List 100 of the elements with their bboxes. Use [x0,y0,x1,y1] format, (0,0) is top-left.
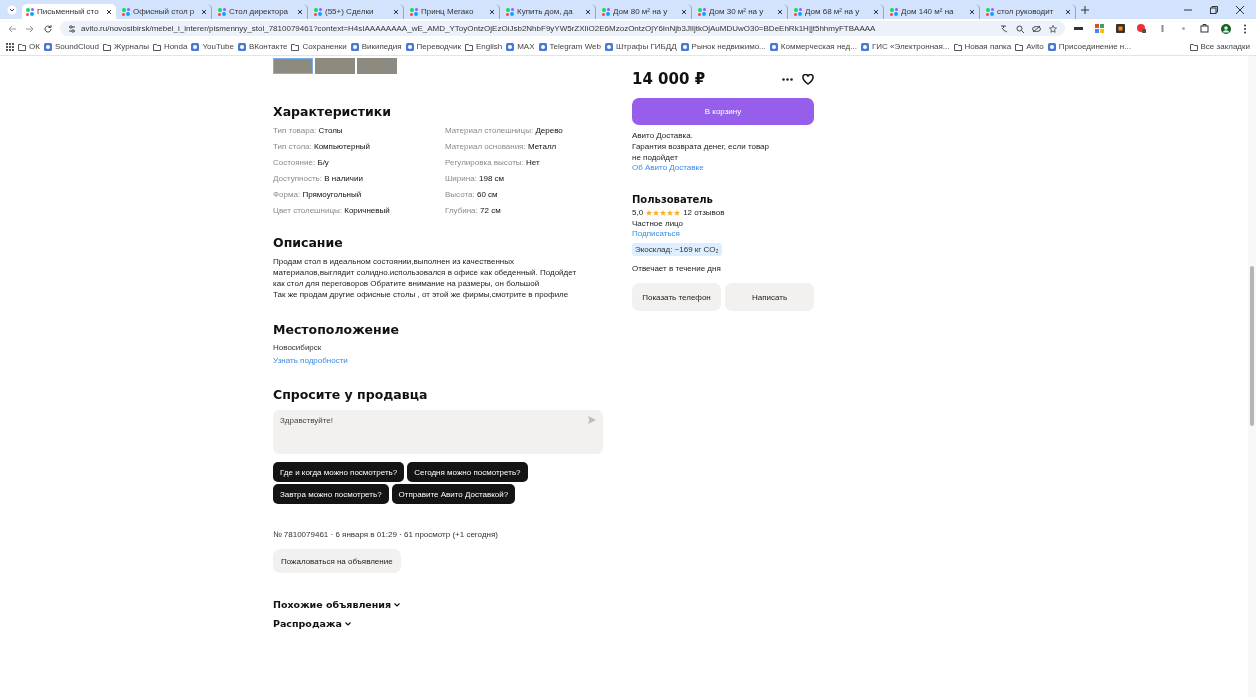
cart-button[interactable]: В корзину [632,98,814,125]
characteristic: Материал основания: Металл [445,141,558,153]
heart-icon[interactable] [802,73,814,85]
bookmark[interactable]: SoundCloud [43,42,99,51]
rating-value: 5,0 [632,207,644,218]
browser-tab[interactable]: Стол директора [214,4,308,19]
close-icon[interactable] [873,8,879,15]
site-icon [890,7,898,16]
bookmark[interactable]: Штрафы ГИБДД [604,42,677,51]
tab-list-icon[interactable] [7,4,17,15]
bookmark[interactable]: Википедия [350,42,402,51]
browser-tab[interactable]: Дом 80 м² на у [598,4,692,19]
section-heading: Спросите у продавца [273,387,429,402]
browser-tab[interactable]: Дом 68 м² на у [790,4,884,19]
bookmark[interactable]: Журналы [102,42,149,51]
bookmark[interactable]: Коммерческая нед... [769,42,857,51]
new-tab-icon[interactable] [1081,5,1089,14]
bookmark[interactable]: Переводчик [405,42,461,51]
question-chip[interactable]: Сегодня можно посмотреть? [407,462,528,482]
bookmark[interactable]: English [464,42,503,51]
close-icon[interactable] [1065,8,1071,15]
close-icon[interactable] [106,8,112,15]
browser-tab[interactable]: Принц Мегако [406,4,500,19]
browser-tab[interactable]: Письменный сто [22,4,116,19]
bookmark[interactable]: Новая папка [953,42,1012,51]
browser-tab[interactable]: (55+) Сделки [310,4,404,19]
folder-icon [464,42,473,51]
bookmark[interactable]: Avito [1015,42,1044,51]
bookmark[interactable]: ОК [18,42,40,51]
scrollbar-thumb[interactable] [1250,266,1254,426]
tile-icon[interactable] [1095,24,1104,33]
close-icon[interactable] [297,8,303,15]
avatar-icon[interactable] [1221,23,1231,34]
close-icon[interactable] [777,8,783,15]
bookmark[interactable]: ГИС «Электронная... [860,42,950,51]
close-icon[interactable] [969,8,975,15]
bookmark-star-icon[interactable] [1049,24,1057,33]
bookmark[interactable]: Присоединение н... [1047,42,1131,51]
section-heading: Описание [273,235,344,250]
browser-tab[interactable]: Дом 30 м² на у [694,4,788,19]
site-icon [350,42,359,51]
puzzle-icon[interactable] [1200,24,1209,33]
report-button[interactable]: Пожаловаться на объявление [273,549,401,573]
close-icon[interactable] [681,8,687,15]
reviews-link[interactable]: 12 отзывов [683,207,725,218]
browser-tab[interactable]: Купить дом, да [502,4,596,19]
characteristic: Тип товара: Столы [273,125,344,137]
delivery-text: Авито Доставка. [632,130,694,141]
more-horizontal-icon[interactable] [782,77,793,81]
translate-icon[interactable] [1000,24,1008,33]
bookmark[interactable]: Сохраненки [291,42,347,51]
bookmark[interactable]: Honda [152,42,188,51]
badge-icon[interactable] [1137,24,1146,33]
folder-icon [1015,42,1024,51]
site-icon [506,7,514,16]
characteristic: Тип стола: Компьютерный [273,141,372,153]
forward-arrow-icon[interactable] [26,24,34,33]
site-settings-icon [68,24,76,33]
delivery-link[interactable]: Об Авито Доставке [632,163,704,172]
close-icon[interactable] [1236,5,1244,14]
bookmark[interactable]: YouTube [191,42,234,51]
more-vertical-icon[interactable] [1243,23,1247,34]
browser-tab[interactable]: стол руководит [982,4,1076,19]
bookmark[interactable]: ВКонтакте [237,42,288,51]
address-bar[interactable]: avito.ru/novosibirsk/mebel_i_interer/pismennyy_stol_7810079461?context=H4sIAAAAAAAA_wE_AMD_YToyOntzOjEzOiJsb2NhbF9yYW5rZXIiO2E6MzozOntzOjY6InNjb3JlIjtkOjAuMDUwO30=BDeEhRk1H|jt5hhmyFTBAAAA [60,21,1065,36]
restore-icon[interactable] [1210,5,1218,14]
characteristic: Регулировка высоты: Нет [445,157,541,169]
site-icon [405,42,414,51]
section-toggle[interactable]: Похожие объявления [273,599,401,610]
details-link[interactable]: Узнать подробности [273,356,348,365]
apps-grid-icon[interactable] [6,42,14,51]
zoom-icon[interactable] [1016,24,1024,33]
dot-icon[interactable] [1179,24,1188,33]
eye-off-icon[interactable] [1032,24,1041,33]
close-icon[interactable] [201,8,207,15]
contact-button[interactable]: Написать [725,283,814,311]
reload-icon[interactable] [44,24,52,33]
characteristic: Состояние: Б/у [273,157,330,169]
browser-tab[interactable]: Офисный стол р [118,4,212,19]
bookmark[interactable]: Все закладки [1189,42,1250,51]
delivery-text: не подойдет [632,152,679,163]
question-chip[interactable]: Где и когда можно посмотреть? [273,462,405,482]
question-chip[interactable]: Отправите Авито Доставкой? [391,484,516,504]
subscribe-link[interactable]: Подписаться [632,229,680,238]
question-chip[interactable]: Завтра можно посмотреть? [273,484,389,504]
message-field[interactable]: Здравствуйте! [273,410,603,454]
bookmark[interactable]: Рынок недвижимо... [680,42,766,51]
bookmark[interactable]: Telegram Web [538,42,601,51]
close-icon[interactable] [393,8,399,15]
section-toggle[interactable]: Распродажа [273,618,351,629]
bookmark[interactable]: MAX [506,42,535,51]
folder-icon [18,42,26,51]
characteristic: Доступность: В наличии [273,173,364,185]
back-arrow-icon[interactable] [8,24,16,33]
close-icon[interactable] [489,8,495,15]
close-icon[interactable] [585,8,591,15]
browser-tab[interactable]: Дом 140 м² на [886,4,980,19]
square-icon[interactable] [1116,24,1125,33]
contact-button[interactable]: Показать телефон [632,283,721,311]
characteristic: Глубина: 72 см [445,205,502,217]
